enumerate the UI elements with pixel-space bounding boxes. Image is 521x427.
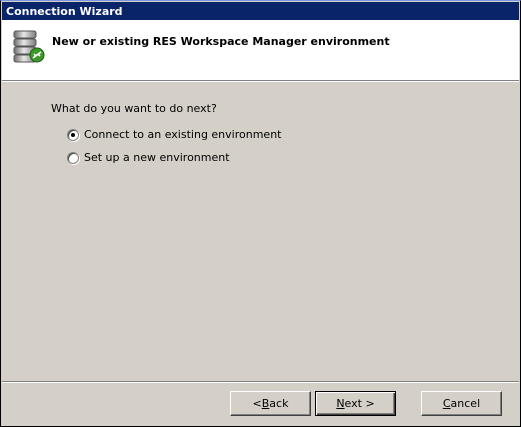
back-rest: ack (269, 397, 289, 410)
next-rest: ext > (344, 397, 375, 410)
wizard-header: New or existing RES Workspace Manager en… (2, 20, 519, 80)
header-title: New or existing RES Workspace Manager en… (52, 35, 390, 48)
option-connect-existing[interactable]: Connect to an existing environment (67, 128, 281, 141)
back-button[interactable]: < Back (230, 391, 311, 416)
connection-wizard-window: Connection Wizard New or existing RES Wo… (0, 0, 521, 427)
next-mnemonic: N (336, 397, 345, 410)
cancel-mnemonic: C (442, 397, 451, 410)
question-label: What do you want to do next? (51, 102, 217, 115)
option-setup-new[interactable]: Set up a new environment (67, 151, 230, 164)
option-label[interactable]: Connect to an existing environment (84, 128, 281, 141)
option-label[interactable]: Set up a new environment (84, 151, 230, 164)
radio-button[interactable] (67, 151, 79, 164)
next-button[interactable]: Next > (315, 391, 396, 416)
window-title: Connection Wizard (6, 5, 123, 18)
radio-selected-dot (71, 132, 75, 137)
back-prefix: < (252, 397, 262, 410)
cancel-button[interactable]: Cancel (421, 391, 502, 416)
database-connection-icon (13, 30, 45, 63)
radio-button[interactable] (67, 128, 79, 141)
title-bar[interactable]: Connection Wizard (2, 2, 519, 20)
cancel-rest: ancel (450, 397, 481, 410)
header-divider-highlight (2, 81, 519, 82)
back-mnemonic: B (261, 397, 270, 410)
footer-divider-highlight (2, 382, 519, 383)
